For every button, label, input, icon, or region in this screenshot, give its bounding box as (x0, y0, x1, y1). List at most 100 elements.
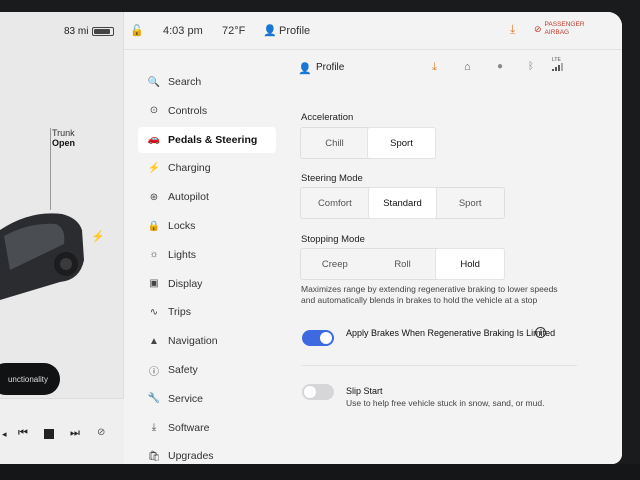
lock-icon: 🔒 (147, 220, 161, 232)
functionality-pill[interactable]: unctionality (0, 363, 60, 395)
steering-mode-selector: Comfort Standard Sport (300, 187, 505, 219)
profile-icon[interactable]: 👤 (263, 24, 277, 37)
profile-header-label: Profile (316, 62, 345, 73)
divider (301, 365, 577, 366)
sidebar-item-upgrades[interactable]: 🛍 Upgrades (138, 443, 276, 464)
signal-bars-icon (552, 63, 563, 71)
wrench-icon: 🔧 (147, 393, 161, 405)
acceleration-option-sport[interactable]: Sport (368, 128, 435, 158)
slip-start-label: Slip Start (346, 386, 383, 396)
steering-option-comfort[interactable]: Comfort (301, 188, 369, 218)
trunk-status: Open (52, 138, 76, 148)
slip-start-description: Use to help free vehicle stuck in snow, … (346, 398, 545, 408)
sidebar-item-label: Upgrades (168, 450, 214, 463)
sidebar-item-label: Lights (168, 248, 197, 261)
sidebar-item-label: Pedals & Steering (168, 133, 258, 146)
settings-sidebar: 🔍 Search ⊙ Controls 🚗 Pedals & Steering ⚡ Charg… (124, 50, 284, 464)
previous-track-icon[interactable]: ⏮ (18, 427, 28, 440)
search-icon: 🔍 (147, 76, 161, 88)
bag-icon: 🛍 (147, 450, 161, 462)
charging-bolt-icon: ⚡ (91, 231, 105, 243)
bluetooth-icon: ᛒ (528, 61, 534, 72)
bell-icon[interactable]: ● (497, 61, 503, 72)
stopping-mode-title: Stopping Mode (301, 234, 365, 245)
sidebar-item-pedals-steering[interactable]: 🚗 Pedals & Steering (138, 126, 276, 153)
sidebar-item-service[interactable]: 🔧 Service (138, 386, 276, 412)
sidebar-item-label: Navigation (168, 335, 218, 348)
safety-icon: ⓘ (149, 366, 159, 378)
trunk-open-icon[interactable]: 🔓 (130, 24, 144, 37)
sidebar-item-trips[interactable]: ∿ Trips (138, 299, 276, 325)
airbag-text-2: AIRBAG (544, 29, 570, 36)
trunk-label: Trunk (52, 128, 75, 138)
steering-option-standard[interactable]: Standard (368, 188, 437, 218)
download-icon[interactable]: ⤓ (432, 61, 437, 74)
mute-icon[interactable]: ⊘ (97, 427, 105, 438)
acceleration-option-chill[interactable]: Chill (301, 128, 368, 158)
pedals-steering-panel: 👤 Profile ⤓ ⌂ ● ᛒ LTE Acceleration Chill… (284, 50, 622, 464)
outside-temperature: 72°F (222, 25, 246, 37)
display-icon: ▣ (149, 278, 159, 290)
sidebar-item-label: Locks (168, 220, 196, 232)
airbag-icon: ⊘ (534, 23, 542, 34)
acceleration-selector: Chill Sport (300, 127, 436, 159)
stopping-mode-selector: Creep Roll Hold (300, 248, 505, 280)
stopping-option-roll[interactable]: Roll (369, 249, 437, 279)
sidebar-item-autopilot[interactable]: ⊛ Autopilot (138, 184, 276, 210)
trips-icon: ∿ (149, 306, 159, 318)
acceleration-title: Acceleration (301, 112, 354, 123)
toggle-icon: ⊙ (149, 105, 159, 117)
sidebar-item-safety[interactable]: ⓘ Safety (138, 357, 276, 383)
sidebar-item-label: Trips (168, 306, 191, 319)
trunk-callout-line (50, 128, 51, 210)
sidebar-item-label: Controls (168, 104, 208, 117)
slip-start-toggle[interactable] (302, 384, 334, 400)
sidebar-item-lights[interactable]: ☼ Lights (138, 242, 276, 268)
sidebar-item-label: Search (168, 76, 202, 88)
apply-brakes-toggle[interactable] (302, 330, 334, 346)
info-icon[interactable]: i (535, 327, 546, 338)
pill-text: unctionality (7, 374, 48, 384)
battery-icon (92, 27, 115, 36)
sidebar-item-label: Charging (168, 162, 211, 175)
vehicle-panel: 83 mi Trunk Open ⚡ unctionality ◂ ⏮ ⏭ ⊘ (0, 12, 124, 464)
sidebar-item-label: Service (168, 392, 204, 405)
stopping-option-creep[interactable]: Creep (301, 249, 369, 279)
sidebar-item-display[interactable]: ▣ Display (138, 271, 276, 297)
media-controls: ◂ ⏮ ⏭ ⊘ (0, 398, 124, 464)
lte-signal-indicator: LTE (552, 57, 563, 71)
profile-label[interactable]: Profile (279, 25, 310, 37)
range-text: 83 mi (64, 26, 89, 37)
steering-mode-title: Steering Mode (301, 173, 363, 184)
steering-wheel-icon: ⊛ (149, 191, 159, 203)
car-image (0, 213, 84, 300)
sun-icon: ☼ (149, 249, 159, 261)
stop-icon[interactable] (44, 429, 54, 439)
profile-header-icon: 👤 (298, 63, 312, 75)
car-icon: 🚗 (147, 134, 161, 146)
sidebar-item-label: Software (168, 421, 210, 434)
trunk-callout[interactable]: Trunk Open (52, 128, 75, 148)
airbag-text-1: PASSENGER (544, 21, 585, 28)
touchscreen: 83 mi Trunk Open ⚡ unctionality ◂ ⏮ ⏭ ⊘ (0, 12, 622, 464)
download-icon: ⤓ (151, 422, 157, 434)
sidebar-item-search[interactable]: 🔍 Search (138, 69, 276, 95)
sidebar-item-charging[interactable]: ⚡ Charging (138, 155, 276, 181)
sidebar-item-locks[interactable]: 🔒 Locks (138, 213, 276, 239)
sidebar-item-software[interactable]: ⤓ Software (138, 415, 276, 441)
status-bar: 🔓 4:03 pm 72°F 👤 Profile ⤓ ⊘ PASSENGER A… (124, 12, 622, 50)
bolt-icon: ⚡ (147, 162, 161, 174)
homelink-icon[interactable]: ⌂ (464, 61, 471, 73)
apply-brakes-label-text: Apply Brakes When Regenerative Braking I… (346, 328, 556, 338)
navigation-icon: ▲ (149, 335, 159, 347)
passenger-airbag-indicator: ⊘ PASSENGER AIRBAG (534, 21, 585, 37)
apply-brakes-label: Apply Brakes When Regenerative Braking I… (346, 328, 556, 339)
sidebar-item-navigation[interactable]: ▲ Navigation (138, 328, 276, 354)
software-update-icon[interactable]: ⤓ (510, 22, 515, 37)
media-mini-arrow-icon[interactable]: ◂ (2, 429, 7, 440)
sidebar-item-controls[interactable]: ⊙ Controls (138, 98, 276, 124)
stopping-option-hold[interactable]: Hold (436, 249, 505, 279)
steering-option-sport[interactable]: Sport (436, 188, 504, 218)
clock: 4:03 pm (163, 25, 203, 37)
next-track-icon[interactable]: ⏭ (70, 427, 80, 440)
